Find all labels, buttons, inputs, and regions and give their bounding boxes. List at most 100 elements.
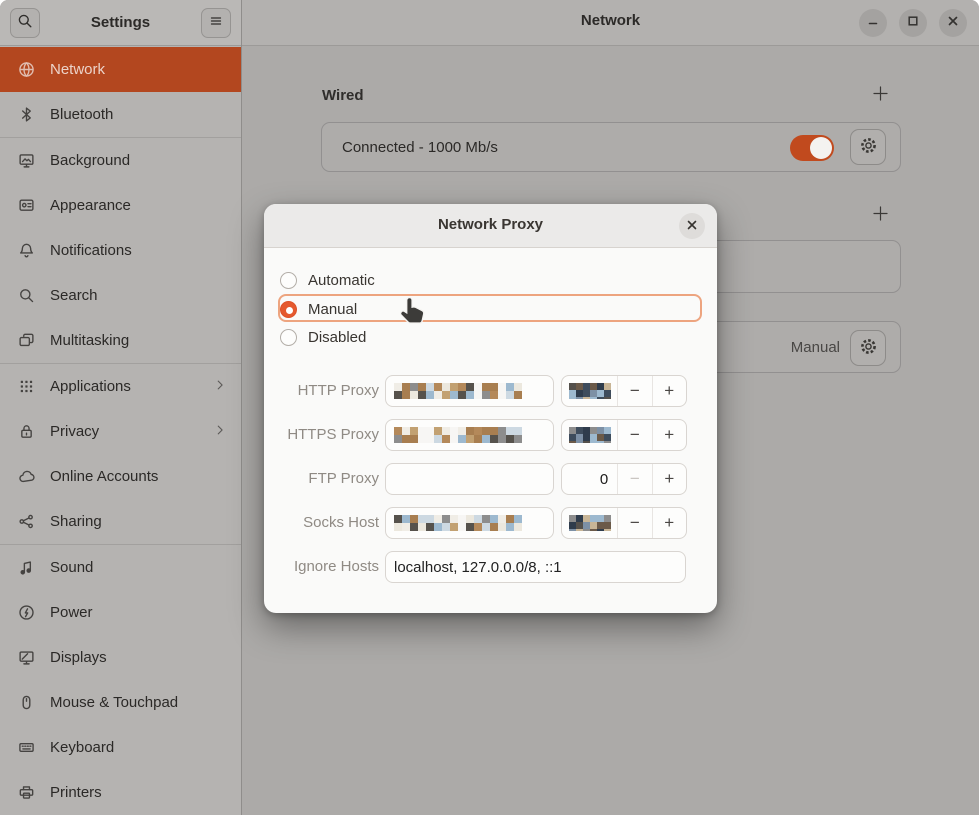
- sidebar-item-power[interactable]: Power: [0, 590, 241, 635]
- https-proxy-row: HTTPS Proxy − +: [264, 419, 717, 451]
- radio-icon[interactable]: [280, 301, 297, 318]
- sidebar-item-keyboard[interactable]: Keyboard: [0, 725, 241, 770]
- socks-port-decrement-button[interactable]: −: [617, 508, 651, 538]
- sidebar-item-background[interactable]: Background: [0, 138, 241, 183]
- sidebar-item-label: Online Accounts: [50, 468, 227, 485]
- sidebar-item-label: Privacy: [50, 423, 198, 440]
- maximize-button[interactable]: [899, 9, 927, 37]
- add-vpn-button[interactable]: [871, 206, 889, 224]
- close-button[interactable]: [939, 9, 967, 37]
- gear-icon: [859, 337, 878, 360]
- maximize-icon: [906, 14, 920, 32]
- http-port-increment-button[interactable]: +: [652, 376, 686, 406]
- ignore-hosts-field[interactable]: [394, 559, 677, 576]
- wired-toggle[interactable]: [790, 135, 834, 161]
- close-icon: [686, 218, 698, 235]
- http-proxy-port-value[interactable]: [562, 376, 617, 406]
- radio-icon[interactable]: [280, 272, 297, 289]
- socks-port-increment-button[interactable]: +: [652, 508, 686, 538]
- proxy-option-disabled[interactable]: Disabled: [280, 323, 701, 351]
- sidebar-item-notifications[interactable]: Notifications: [0, 228, 241, 273]
- add-wired-connection-button[interactable]: [871, 86, 889, 104]
- note-icon: [17, 559, 35, 577]
- ftp-proxy-host-input[interactable]: [385, 463, 554, 495]
- ftp-proxy-row: FTP Proxy 0 − +: [264, 463, 717, 495]
- redacted-value: [569, 427, 611, 443]
- sidebar-item-label: Applications: [50, 378, 198, 395]
- sidebar-item-mouse-touchpad[interactable]: Mouse & Touchpad: [0, 680, 241, 725]
- minimize-button[interactable]: [859, 9, 887, 37]
- https-port-decrement-button[interactable]: −: [617, 420, 651, 450]
- wired-settings-button[interactable]: [850, 129, 886, 165]
- socks-host-input[interactable]: [385, 507, 554, 539]
- ftp-proxy-port-value[interactable]: 0: [562, 464, 617, 494]
- proxy-mode-value: Manual: [791, 322, 840, 372]
- http-port-decrement-button[interactable]: −: [617, 376, 651, 406]
- window-controls: [859, 9, 967, 37]
- sidebar-item-label: Power: [50, 604, 227, 621]
- dialog-close-button[interactable]: [679, 213, 705, 239]
- sidebar-item-sharing[interactable]: Sharing: [0, 499, 241, 544]
- minimize-icon: [866, 14, 880, 32]
- socks-host-label: Socks Host: [264, 507, 379, 539]
- ftp-proxy-host-field[interactable]: [394, 471, 545, 488]
- search-icon: [17, 13, 33, 33]
- http-proxy-port-spinner: − +: [561, 375, 687, 407]
- sidebar-item-online-accounts[interactable]: Online Accounts: [0, 454, 241, 499]
- sidebar-item-label: Multitasking: [50, 332, 227, 349]
- appearance-icon: [17, 197, 35, 215]
- ftp-port-decrement-button[interactable]: −: [617, 464, 651, 494]
- sidebar-item-displays[interactable]: Displays: [0, 635, 241, 680]
- sidebar-item-search[interactable]: Search: [0, 273, 241, 318]
- share-icon: [17, 513, 35, 531]
- http-proxy-row: HTTP Proxy − +: [264, 375, 717, 407]
- proxy-option-automatic[interactable]: Automatic: [280, 266, 701, 294]
- sidebar-item-label: Keyboard: [50, 739, 227, 756]
- socks-port-value[interactable]: [562, 508, 617, 538]
- sidebar-item-privacy[interactable]: Privacy: [0, 409, 241, 454]
- ignore-hosts-row: Ignore Hosts: [264, 551, 717, 583]
- gear-icon: [859, 136, 878, 159]
- sidebar-item-appearance[interactable]: Appearance: [0, 183, 241, 228]
- mouse-icon: [17, 694, 35, 712]
- sidebar-item-printers[interactable]: Printers: [0, 770, 241, 815]
- sidebar-item-label: Search: [50, 287, 227, 304]
- close-icon: [946, 14, 960, 32]
- chevron-right-icon: [213, 423, 227, 441]
- sidebar-item-bluetooth[interactable]: Bluetooth: [0, 92, 241, 137]
- http-proxy-label: HTTP Proxy: [264, 375, 379, 407]
- ftp-proxy-port-spinner: 0 − +: [561, 463, 687, 495]
- printer-icon: [17, 784, 35, 802]
- https-proxy-port-spinner: − +: [561, 419, 687, 451]
- sidebar-header: Settings: [0, 0, 241, 46]
- search-button[interactable]: [10, 8, 40, 38]
- https-proxy-label: HTTPS Proxy: [264, 419, 379, 451]
- dialog-header: Network Proxy: [264, 204, 717, 248]
- https-proxy-host-input[interactable]: [385, 419, 554, 451]
- bell-icon: [17, 242, 35, 260]
- https-proxy-port-value[interactable]: [562, 420, 617, 450]
- sidebar-item-sound[interactable]: Sound: [0, 545, 241, 590]
- sidebar-item-label: Displays: [50, 649, 227, 666]
- http-proxy-host-input[interactable]: [385, 375, 554, 407]
- ignore-hosts-input[interactable]: [385, 551, 686, 583]
- wired-connection-row[interactable]: Connected - 1000 Mb/s: [321, 122, 901, 172]
- sidebar-item-multitasking[interactable]: Multitasking: [0, 318, 241, 363]
- dialog-title: Network Proxy: [264, 216, 717, 233]
- sidebar-item-applications[interactable]: Applications: [0, 364, 241, 409]
- sidebar-list: NetworkBluetooth Background AppearanceNoti…: [0, 47, 241, 815]
- lock-icon: [17, 423, 35, 441]
- proxy-settings-button[interactable]: [850, 330, 886, 366]
- primary-menu-button[interactable]: [201, 8, 231, 38]
- sidebar-title: Settings: [40, 14, 201, 31]
- proxy-option-manual[interactable]: Manual: [280, 295, 701, 323]
- ftp-port-increment-button[interactable]: +: [652, 464, 686, 494]
- https-port-increment-button[interactable]: +: [652, 420, 686, 450]
- radio-icon[interactable]: [280, 329, 297, 346]
- sidebar-item-network[interactable]: Network: [0, 47, 241, 92]
- redacted-value: [569, 383, 611, 399]
- sidebar: Settings NetworkBluetooth Background Appea…: [0, 0, 242, 815]
- hamburger-menu-icon: [208, 13, 224, 33]
- plus-icon: [872, 205, 889, 226]
- sidebar-item-label: Background: [50, 152, 227, 169]
